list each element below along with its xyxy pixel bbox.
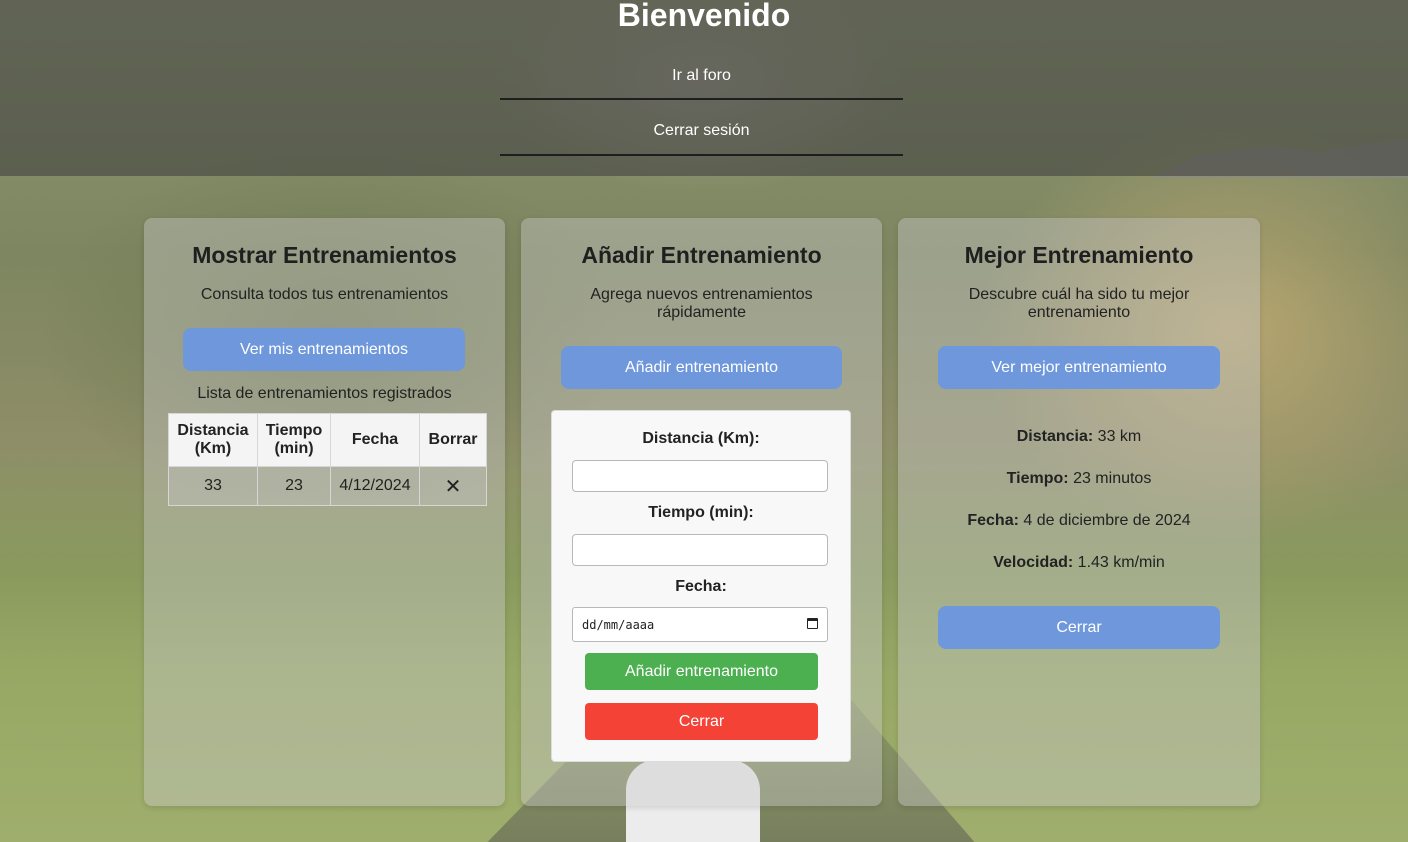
add-training-title: Añadir Entrenamiento: [581, 242, 822, 268]
show-trainings-card: Mostrar Entrenamientos Consulta todos tu…: [144, 218, 505, 806]
add-training-card: Añadir Entrenamiento Agrega nuevos entre…: [521, 218, 882, 806]
show-trainings-title: Mostrar Entrenamientos: [192, 242, 457, 268]
cell-delete: ✕: [419, 466, 487, 506]
distance-input[interactable]: [572, 460, 828, 492]
distance-label: Distancia (Km):: [642, 430, 760, 447]
best-date: Fecha: 4 de diciembre de 2024: [898, 512, 1260, 530]
trainings-list-title: Lista de entrenamientos registrados: [197, 385, 452, 402]
site-header: Bienvenido Ir al foro Cerrar sesión: [0, 0, 1408, 176]
date-label: Fecha:: [675, 578, 727, 595]
close-icon[interactable]: ✕: [445, 476, 462, 498]
column-header-time: Tiempo (min): [257, 413, 331, 467]
best-distance-label: Distancia:: [1016, 428, 1094, 445]
column-header-distance: Distancia (Km): [168, 413, 258, 467]
open-add-training-button[interactable]: Añadir entrenamiento: [561, 346, 842, 389]
add-training-description: Agrega nuevos entrenamientos rápidamente: [590, 286, 813, 321]
best-time: Tiempo: 23 minutos: [898, 470, 1260, 488]
calendar-icon[interactable]: [807, 618, 818, 629]
close-form-button[interactable]: Cerrar: [585, 703, 818, 740]
best-speed-label: Velocidad:: [993, 554, 1074, 571]
table-header-row: Distancia (Km) Tiempo (min) Fecha Borrar: [168, 413, 487, 467]
logout-link[interactable]: Cerrar sesión: [500, 121, 903, 156]
trainings-table: Distancia (Km) Tiempo (min) Fecha Borrar…: [168, 413, 487, 506]
time-label: Tiempo (min):: [648, 504, 754, 521]
close-best-button[interactable]: Cerrar: [938, 606, 1220, 649]
best-training-title: Mejor Entrenamiento: [964, 242, 1194, 268]
best-speed-value: 1.43 km/min: [1077, 554, 1165, 571]
view-trainings-button[interactable]: Ver mis entrenamientos: [183, 328, 465, 371]
best-date-value: 4 de diciembre de 2024: [1023, 512, 1191, 529]
best-distance: Distancia: 33 km: [898, 428, 1260, 446]
logout-link-label: Cerrar sesión: [653, 122, 750, 139]
page-title: Bienvenido: [617, 0, 791, 33]
view-best-training-button[interactable]: Ver mejor entrenamiento: [938, 346, 1220, 389]
date-input[interactable]: dd/mm/aaaa: [572, 607, 828, 642]
time-input[interactable]: [572, 534, 828, 566]
forum-link[interactable]: Ir al foro: [500, 66, 903, 100]
date-placeholder: dd/mm/aaaa: [582, 618, 655, 632]
cell-time: 23: [257, 466, 331, 506]
best-speed: Velocidad: 1.43 km/min: [898, 554, 1260, 572]
column-header-date: Fecha: [330, 413, 420, 467]
cell-distance: 33: [168, 466, 258, 506]
best-date-label: Fecha:: [967, 512, 1019, 529]
forum-link-label: Ir al foro: [672, 67, 731, 84]
cell-date: 4/12/2024: [330, 466, 420, 506]
show-trainings-description: Consulta todos tus entrenamientos: [200, 286, 449, 303]
best-time-label: Tiempo:: [1006, 470, 1069, 487]
best-training-description: Descubre cuál ha sido tu mejor entrenami…: [968, 286, 1190, 321]
best-training-card: Mejor Entrenamiento Descubre cuál ha sid…: [898, 218, 1260, 806]
best-time-value: 23 minutos: [1073, 470, 1152, 487]
table-row: 33 23 4/12/2024 ✕: [168, 466, 487, 506]
best-distance-value: 33 km: [1097, 428, 1142, 445]
column-header-delete: Borrar: [419, 413, 487, 467]
submit-training-button[interactable]: Añadir entrenamiento: [585, 653, 818, 690]
add-training-form: Distancia (Km): Tiempo (min): Fecha: dd/…: [551, 410, 851, 762]
